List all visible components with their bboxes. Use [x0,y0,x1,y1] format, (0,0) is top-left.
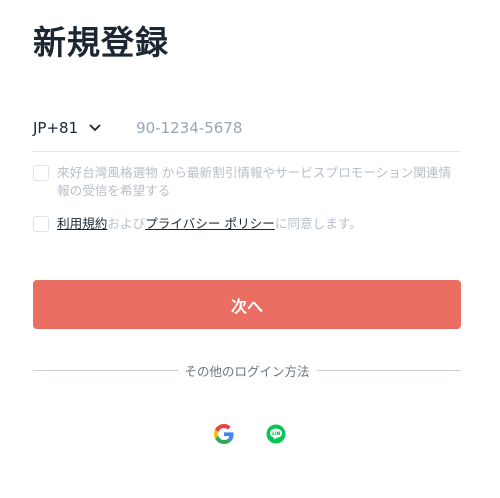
divider-line-right [316,370,462,371]
terms-suffix-text: に同意します。 [274,216,362,231]
terms-consent-label: 利用規約およびプライバシー ポリシーに同意します。 [57,215,362,233]
phone-number-input[interactable] [136,119,387,137]
country-code-select[interactable]: JP+81 [33,108,102,148]
social-login-row [0,424,500,444]
page-title: 新規登録 [33,23,169,62]
line-icon[interactable] [266,424,286,444]
marketing-consent-checkbox[interactable] [33,165,49,181]
privacy-policy-link[interactable]: プライバシー ポリシー [145,216,275,231]
next-button[interactable]: 次へ [33,280,461,329]
marketing-consent-row: 來好台灣風格選物 から最新割引情報やサービスプロモーション関連情報の受信を希望す… [33,164,463,200]
marketing-consent-label: 來好台灣風格選物 から最新割引情報やサービスプロモーション関連情報の受信を希望す… [57,165,452,198]
terms-consent-row: 利用規約およびプライバシー ポリシーに同意します。 [33,215,463,233]
divider-line-left [33,370,178,371]
google-icon[interactable] [214,424,234,444]
terms-of-service-link[interactable]: 利用規約 [57,216,107,231]
chevron-down-icon [89,124,101,132]
country-code-label: JP+81 [33,119,79,137]
terms-consent-checkbox[interactable] [33,216,49,232]
phone-field-row: JP+81 [33,105,461,152]
other-login-divider: その他のログイン方法 [33,361,462,380]
other-login-label: その他のログイン方法 [184,364,310,379]
terms-and-text: および [107,216,146,231]
